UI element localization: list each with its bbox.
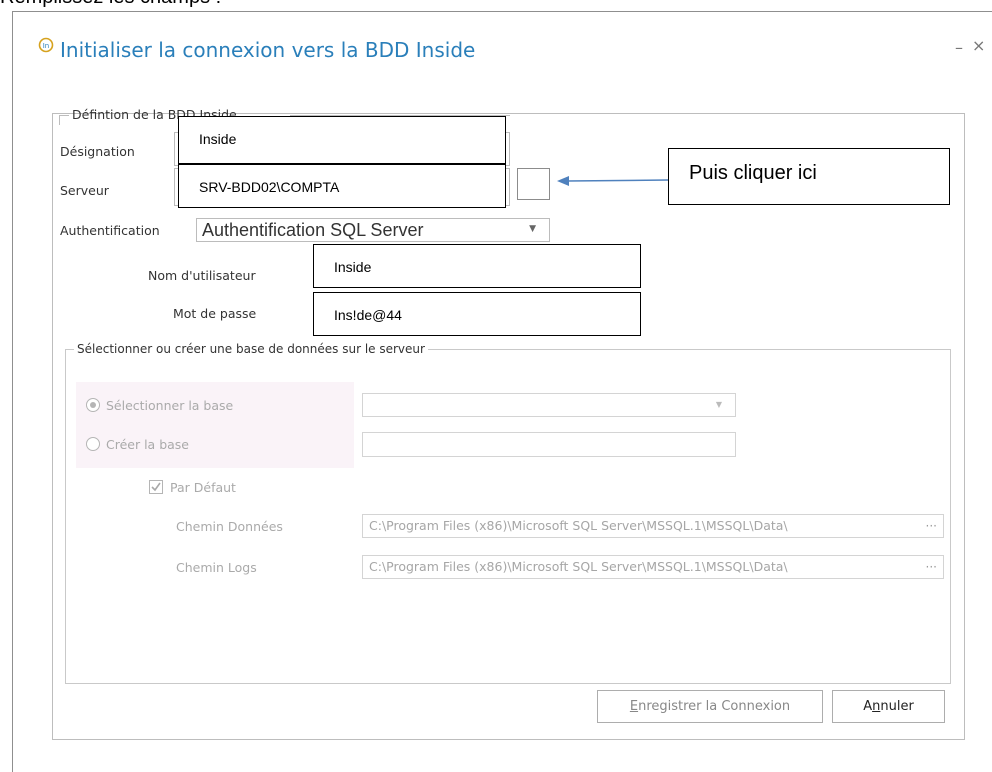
- logs-path-input[interactable]: C:\Program Files (x86)\Microsoft SQL Ser…: [362, 555, 944, 579]
- authentification-label: Authentification: [60, 223, 160, 238]
- radio-panel: [76, 382, 354, 468]
- create-database-input[interactable]: [362, 432, 736, 457]
- database-select[interactable]: ▼: [362, 393, 736, 417]
- data-path-input[interactable]: C:\Program Files (x86)\Microsoft SQL Ser…: [362, 514, 944, 538]
- chevron-down-icon: ▼: [529, 224, 536, 234]
- serveur-label: Serveur: [60, 183, 109, 198]
- arrow-icon: [557, 176, 669, 186]
- definition-legend-line: [59, 115, 69, 116]
- logs-path-value: C:\Program Files (x86)\Microsoft SQL Ser…: [369, 559, 788, 574]
- designation-label: Désignation: [60, 144, 135, 159]
- server-browse-button[interactable]: [517, 168, 550, 200]
- logs-path-label: Chemin Logs: [176, 560, 257, 575]
- password-input[interactable]: Ins!de@44: [313, 292, 641, 336]
- checkmark-icon: [151, 482, 161, 492]
- chevron-down-icon: ▼: [715, 400, 722, 409]
- data-path-value: C:\Program Files (x86)\Microsoft SQL Ser…: [369, 518, 788, 533]
- radio-dot: [90, 402, 96, 408]
- designation-input[interactable]: Inside: [178, 116, 506, 164]
- select-database-label: Sélectionner la base: [106, 398, 234, 413]
- select-database-radio[interactable]: [86, 398, 100, 412]
- database-group-legend: Sélectionner ou créer une base de donnée…: [77, 342, 425, 356]
- create-database-radio[interactable]: [86, 437, 100, 451]
- save-connection-button[interactable]: Enregistrer la Connexion: [597, 690, 823, 723]
- password-label: Mot de passe: [173, 306, 257, 321]
- definition-left-line: [59, 115, 60, 125]
- default-label: Par Défaut: [170, 480, 236, 495]
- browse-icon[interactable]: ···: [926, 556, 937, 578]
- username-label: Nom d'utilisateur: [148, 268, 256, 283]
- username-input[interactable]: Inside: [313, 244, 641, 288]
- serveur-input[interactable]: SRV-BDD02\COMPTA: [178, 164, 506, 208]
- browse-icon[interactable]: ···: [926, 515, 937, 537]
- instruction-caption: Remplissez les champs :: [0, 0, 221, 9]
- close-icon[interactable]: ×: [972, 36, 985, 55]
- save-label: nregistrer la Connexion: [638, 699, 791, 714]
- window-title: Initialiser la connexion vers la BDD Ins…: [60, 38, 476, 62]
- authentification-select[interactable]: Authentification SQL Server ▼: [196, 218, 550, 242]
- svg-text:In: In: [43, 42, 50, 50]
- default-checkbox[interactable]: [149, 480, 163, 494]
- data-path-label: Chemin Données: [176, 519, 283, 534]
- cancel-button[interactable]: Annuler: [832, 690, 945, 723]
- create-database-label: Créer la base: [106, 437, 189, 452]
- cancel-label-end: nuler: [880, 699, 914, 714]
- app-logo-icon: In: [38, 37, 54, 53]
- save-mnemonic: E: [629, 699, 639, 714]
- cancel-label-start: A: [863, 699, 873, 714]
- authentification-value: Authentification SQL Server: [202, 220, 424, 240]
- annotation-callout: Puis cliquer ici: [668, 148, 950, 205]
- minimize-button[interactable]: –: [955, 38, 963, 57]
